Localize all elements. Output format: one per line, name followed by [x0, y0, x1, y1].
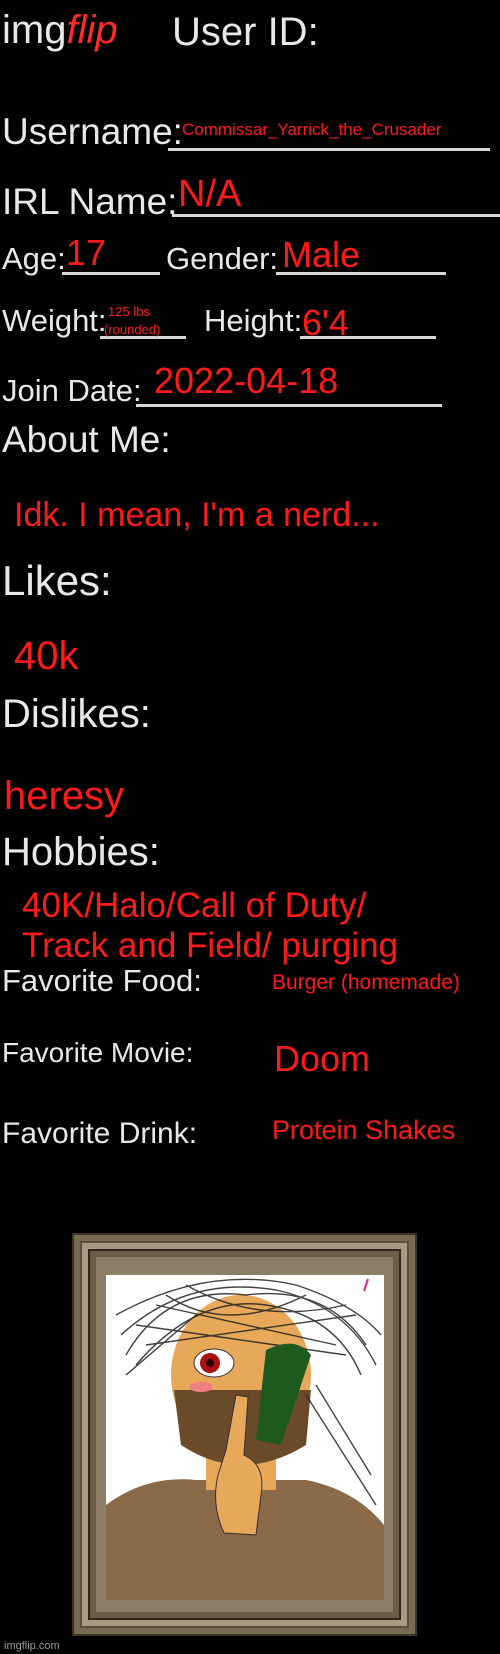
weight-value-line2: (rounded) — [104, 322, 161, 337]
dislikes-label: Dislikes: — [2, 692, 151, 736]
weight-label: Weight: — [2, 303, 107, 338]
picture-frame — [72, 1233, 417, 1636]
height-value: 6'4 — [302, 302, 349, 343]
page-title: User ID: — [172, 10, 319, 54]
favorite-drink-value: Protein Shakes — [272, 1115, 456, 1145]
dislikes-value: heresy — [4, 774, 125, 818]
favorite-drink-label: Favorite Drink: — [2, 1117, 198, 1150]
logo-flip-text: flip — [66, 8, 118, 52]
hobbies-value-line1: 40K/Halo/Call of Duty/ — [22, 886, 367, 925]
username-label: Username: — [2, 111, 183, 152]
character-drawing-svg — [106, 1278, 384, 1600]
irl-name-label: IRL Name: — [2, 181, 178, 222]
favorite-movie-label: Favorite Movie: — [2, 1037, 194, 1068]
hobbies-label: Hobbies: — [2, 830, 160, 874]
favorite-movie-value: Doom — [274, 1038, 371, 1079]
username-value: Commissar_Yarrick_the_Crusader — [182, 120, 442, 139]
join-date-value: 2022-04-18 — [154, 360, 339, 401]
weight-value-line1: 125 lbs — [108, 304, 150, 319]
imgflip-logo: imgflip — [2, 6, 118, 54]
gender-value: Male — [282, 234, 361, 275]
join-date-underline — [136, 404, 442, 407]
character-drawing — [106, 1275, 384, 1600]
about-me-label: About Me: — [2, 419, 171, 460]
favorite-food-value: Burger (homemade) — [272, 971, 460, 994]
height-label: Height: — [204, 303, 303, 338]
favorite-food-label: Favorite Food: — [2, 963, 202, 998]
likes-label: Likes: — [2, 557, 112, 604]
imgflip-watermark: imgflip.com — [4, 1640, 60, 1652]
about-me-value: Idk. I mean, I'm a nerd... — [14, 496, 380, 534]
age-value: 17 — [66, 232, 107, 273]
join-date-label: Join Date: — [2, 373, 142, 408]
irl-name-value: N/A — [178, 173, 242, 215]
likes-value: 40k — [14, 634, 79, 678]
gender-label: Gender: — [166, 241, 279, 276]
hobbies-value-line2: Track and Field/ purging — [22, 926, 399, 965]
logo-img-text: img — [2, 8, 67, 52]
age-label: Age: — [2, 241, 66, 276]
username-underline — [168, 148, 490, 151]
